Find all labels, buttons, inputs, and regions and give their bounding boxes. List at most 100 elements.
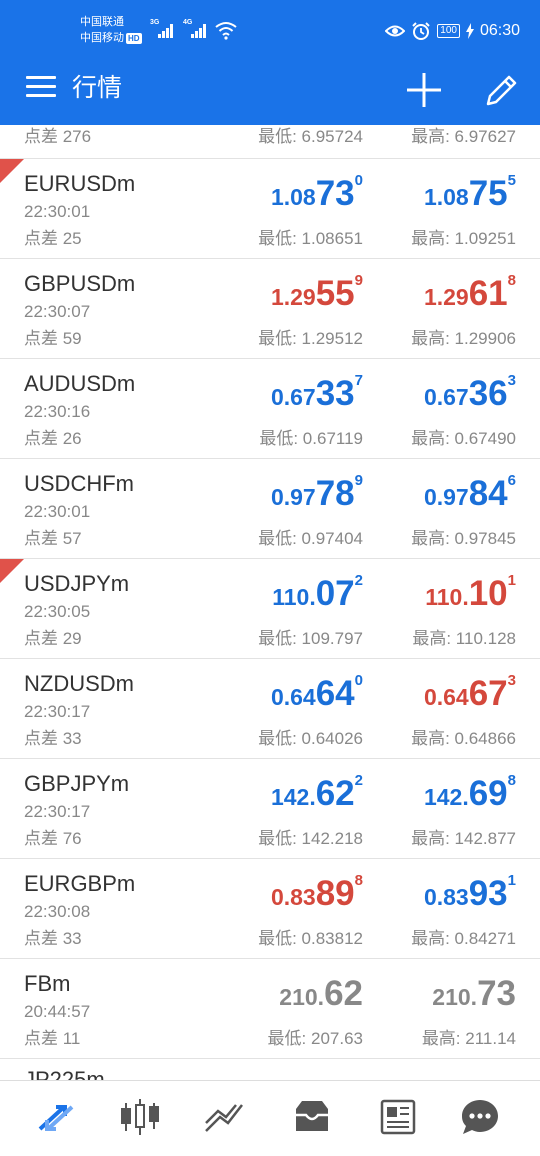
quote-row[interactable]: USDJPYm 22:30:05 点差 29 110.072 110.101 最低: 10… — [0, 559, 540, 659]
price-pips: 62 — [315, 774, 355, 813]
quote-row[interactable]: GBPJPYm 22:30:17 点差 76 142.622 142.698 最低: 14… — [0, 759, 540, 859]
ask-price: 210.73 — [432, 974, 516, 1014]
quote-high: 最高: 0.84271 — [411, 929, 516, 948]
quote-spread: 点差 76 — [24, 829, 82, 848]
price-prefix: 1.08 — [423, 184, 469, 210]
quote-spread: 点差 33 — [24, 929, 82, 948]
bid-price: 210.62 — [279, 974, 363, 1014]
price-fraction: 3 — [507, 372, 516, 389]
price-fraction: 7 — [354, 372, 363, 389]
quote-row[interactable]: EURGBPm 22:30:08 点差 33 0.83898 0.83931 最低: 0.… — [0, 859, 540, 959]
quote-low: 最低: 207.63 — [267, 1029, 363, 1048]
quote-symbol: USDCHFm — [24, 471, 134, 496]
price-pips: 10 — [468, 574, 508, 613]
quote-high: 最高: 0.97845 — [411, 529, 516, 548]
quote-low: 最低: 0.97404 — [258, 529, 363, 548]
price-pips: 84 — [468, 474, 508, 513]
price-prefix: 142. — [270, 784, 316, 810]
price-fraction: 3 — [507, 672, 516, 689]
price-change-marker — [0, 159, 24, 183]
quote-spread: 点差 25 — [24, 229, 82, 248]
quote-time: 22:30:17 — [24, 702, 91, 721]
quote-symbol: EURGBPm — [24, 871, 136, 896]
quote-high: 最高: 1.29906 — [411, 329, 516, 348]
newspaper-icon[interactable] — [376, 1097, 420, 1137]
price-fraction: 6 — [507, 472, 516, 489]
quote-low: 最低: 1.29512 — [258, 329, 363, 348]
quote-row[interactable]: FBm 20:44:57 点差 11 210.62 210.73 最低: 207.63 最高… — [0, 959, 540, 1059]
quote-row[interactable]: GBPUSDm 22:30:07 点差 59 1.29559 1.29618 最低: 1.… — [0, 259, 540, 359]
quote-spread: 点差 33 — [24, 729, 82, 748]
quote-high: 最高: 0.64866 — [411, 729, 516, 748]
quote-low: 最低: 6.95724 — [258, 127, 363, 146]
quote-symbol: USDJPYm — [24, 571, 130, 596]
quote-high: 最高: 142.877 — [411, 829, 516, 848]
quote-high: 最高: 110.128 — [412, 629, 516, 648]
price-prefix: 210. — [432, 984, 478, 1010]
price-prefix: 110. — [272, 584, 316, 610]
price-pips: 61 — [468, 274, 508, 313]
price-prefix: 110. — [425, 584, 469, 610]
quote-spread: 点差 26 — [24, 429, 82, 448]
quote-spread: 点差 11 — [24, 1029, 81, 1048]
hd-badge: HD — [126, 33, 142, 44]
price-pips: 33 — [315, 374, 355, 413]
quote-time: 22:30:05 — [24, 602, 91, 621]
price-fraction: 8 — [507, 772, 516, 789]
price-fraction: 2 — [354, 772, 363, 789]
quote-spread: 点差 57 — [24, 529, 82, 548]
price-prefix: 1.29 — [270, 284, 316, 310]
quote-symbol: AUDUSDm — [24, 371, 136, 396]
ask-price: 110.101 — [425, 572, 516, 614]
quote-row[interactable]: AUDUSDm 22:30:16 点差 26 0.67337 0.67363 最低: 0.… — [0, 359, 540, 459]
ask-price: 1.08755 — [423, 172, 516, 214]
inbox-tray-icon[interactable] — [290, 1097, 334, 1137]
quote-row[interactable]: EURUSDm 22:30:01 点差 25 1.08730 1.08755 最低: 1.… — [0, 159, 540, 259]
pencil-icon[interactable] — [482, 70, 522, 110]
quote-time: 22:30:01 — [24, 202, 91, 221]
price-fraction: 0 — [354, 172, 363, 189]
quote-time: 22:30:08 — [24, 902, 91, 921]
ask-price: 0.83931 — [423, 872, 516, 914]
price-pips: 73 — [315, 174, 355, 213]
charging-bolt-icon — [465, 23, 474, 39]
quote-low: 最低: 109.797 — [258, 629, 363, 648]
bid-price: 0.97789 — [271, 472, 363, 514]
price-fraction: 0 — [354, 672, 363, 689]
price-prefix: 210. — [279, 984, 325, 1010]
quote-symbol: JP225m — [24, 1067, 105, 1080]
bid-price: 110.072 — [272, 572, 363, 614]
carrier-info: 中国联通 中国移动 HD — [80, 14, 142, 46]
price-prefix: 0.83 — [423, 884, 469, 910]
chat-bubble-icon[interactable] — [458, 1097, 502, 1137]
bid-price: 142.622 — [270, 772, 363, 814]
quote-row-partial[interactable]: 点差 276 最低: 6.95724 最高: 6.97627 — [0, 125, 540, 159]
trade-lines-icon[interactable] — [202, 1097, 246, 1137]
price-prefix: 1.29 — [423, 284, 469, 310]
price-pips: 78 — [315, 474, 355, 513]
quote-list[interactable]: 点差 276 最低: 6.95724 最高: 6.97627 EURUSDm 22… — [0, 125, 540, 1080]
candlestick-chart-icon[interactable] — [118, 1097, 162, 1137]
price-pips: 75 — [468, 174, 508, 213]
ask-price: 142.698 — [424, 772, 516, 814]
quote-low: 最低: 142.218 — [258, 829, 363, 848]
quote-low: 最低: 1.08651 — [258, 229, 363, 248]
quote-spread: 点差 29 — [24, 629, 82, 648]
price-prefix: 0.64 — [270, 684, 316, 710]
plus-icon[interactable] — [404, 70, 444, 110]
quote-time: 22:30:07 — [24, 302, 91, 321]
carrier-1: 中国联通 — [80, 16, 124, 28]
price-pips: 69 — [468, 774, 508, 813]
menu-icon[interactable] — [26, 76, 56, 102]
bid-price: 0.83898 — [271, 872, 363, 914]
quote-high: 最高: 0.67490 — [411, 429, 516, 448]
quotes-arrows-icon[interactable] — [34, 1097, 78, 1137]
price-fraction: 8 — [354, 872, 363, 889]
page-title: 行情 — [72, 74, 123, 102]
quote-row[interactable]: USDCHFm 22:30:01 点差 57 0.97789 0.97846 最低: 0.… — [0, 459, 540, 559]
top-bar: 中国联通 中国移动 HD 3G 4G 100 06:30 行情 — [0, 0, 540, 125]
price-fraction: 9 — [354, 272, 363, 289]
app-bar: 行情 — [0, 56, 540, 125]
price-pips: 36 — [468, 374, 508, 413]
quote-row[interactable]: NZDUSDm 22:30:17 点差 33 0.64640 0.64673 最低: 0.… — [0, 659, 540, 759]
